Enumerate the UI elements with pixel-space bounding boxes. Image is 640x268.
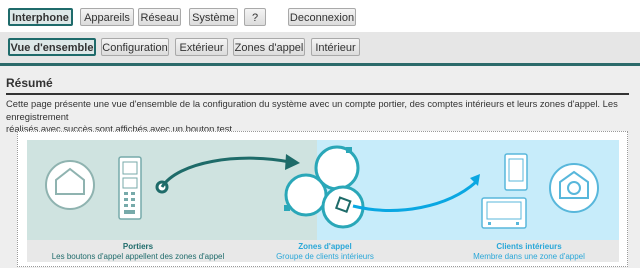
indoor-monitor-icon bbox=[481, 197, 527, 229]
door-station-icon bbox=[118, 156, 142, 220]
section-title: Résumé bbox=[6, 76, 53, 90]
description-line-1: Cette page présente une vue d'ensemble d… bbox=[6, 98, 618, 122]
column-caption-zones: Groupe de clients intérieurs bbox=[276, 252, 374, 261]
nav-tab-systeme[interactable]: Système bbox=[189, 8, 238, 26]
indoor-phone-icon bbox=[504, 153, 528, 191]
subtab-configuration[interactable]: Configuration bbox=[101, 38, 169, 56]
house-icon bbox=[45, 160, 95, 210]
nav-tab-reseau[interactable]: Réseau bbox=[138, 8, 181, 26]
nav-tab-help[interactable]: ? bbox=[244, 8, 266, 26]
indoor-house-icon bbox=[549, 163, 599, 213]
subtab-exterieur[interactable]: Extérieur bbox=[175, 38, 228, 56]
subtab-zones-appel[interactable]: Zones d'appel bbox=[233, 38, 305, 56]
summary-description: Cette page présente une vue d'ensemble d… bbox=[6, 98, 628, 136]
subtab-interieur[interactable]: Intérieur bbox=[311, 38, 360, 56]
overview-diagram: Portiers Les boutons d'appel appellent d… bbox=[17, 131, 628, 267]
column-caption-clients: Membre dans une zone d'appel bbox=[473, 252, 585, 261]
column-caption-portiers: Les boutons d'appel appellent des zones … bbox=[51, 252, 225, 261]
nav-tab-interphone[interactable]: Interphone bbox=[8, 8, 73, 26]
content-panel: Résumé Cette page présente une vue d'ens… bbox=[0, 66, 640, 268]
top-navigation: Interphone Appareils Réseau Système ? De… bbox=[0, 0, 640, 31]
logout-button[interactable]: Deconnexion bbox=[288, 8, 356, 26]
nav-tab-appareils[interactable]: Appareils bbox=[80, 8, 134, 26]
column-title-clients: Clients intérieurs bbox=[496, 242, 562, 251]
title-divider bbox=[6, 93, 629, 95]
sub-navigation: Vue d'ensemble Configuration Extérieur Z… bbox=[0, 32, 640, 66]
subtab-vue-ensemble[interactable]: Vue d'ensemble bbox=[8, 38, 96, 56]
column-title-portiers: Portiers bbox=[122, 242, 154, 251]
column-title-zones: Zones d'appel bbox=[298, 242, 352, 251]
